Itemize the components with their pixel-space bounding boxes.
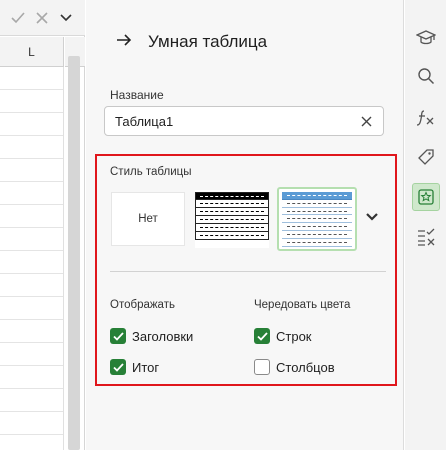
- table-style-section: Стиль таблицы Нет Отображать Чередовать …: [95, 154, 397, 386]
- alternate-colors-label: Чередовать цвета: [254, 299, 351, 311]
- banded-rows-checkbox[interactable]: [254, 328, 270, 344]
- fx-icon[interactable]: [412, 104, 440, 132]
- checkmark-icon: [112, 331, 124, 341]
- table-name-input[interactable]: Таблица1: [104, 106, 384, 136]
- style-option-dark[interactable]: [195, 190, 269, 248]
- formula-bar: [0, 0, 85, 36]
- back-arrow-icon[interactable]: [114, 30, 134, 50]
- name-label: Название: [110, 88, 164, 102]
- display-label: Отображать: [110, 299, 175, 311]
- column-label: L: [28, 44, 35, 59]
- total-label: Итог: [132, 360, 160, 375]
- style-option-none[interactable]: Нет: [111, 192, 185, 246]
- banded-columns-checkbox[interactable]: [254, 359, 270, 375]
- headers-checkbox[interactable]: [110, 328, 126, 344]
- check-x-list-icon[interactable]: [412, 223, 440, 251]
- style-none-label: Нет: [138, 213, 158, 225]
- vertical-scrollbar[interactable]: [68, 56, 80, 450]
- style-label: Стиль таблицы: [110, 166, 192, 178]
- right-toolbar: [405, 0, 446, 450]
- graduation-cap-icon[interactable]: [412, 24, 440, 52]
- headers-label: Заголовки: [132, 329, 194, 344]
- total-checkbox[interactable]: [110, 359, 126, 375]
- tag-icon[interactable]: [412, 143, 440, 171]
- search-icon[interactable]: [412, 62, 440, 90]
- clear-icon[interactable]: [359, 114, 373, 128]
- style-option-blue[interactable]: [277, 187, 357, 251]
- checkmark-icon: [112, 362, 124, 372]
- banded-rows-label: Строк: [276, 329, 312, 344]
- section-divider: [110, 271, 386, 272]
- more-styles-chevron-icon[interactable]: [365, 210, 379, 224]
- cancel-x-icon[interactable]: [32, 8, 52, 28]
- smart-table-panel: Умная таблица Название Таблица1 Стиль та…: [86, 0, 404, 450]
- panel-title: Умная таблица: [148, 32, 268, 51]
- expand-chevron-icon[interactable]: [56, 8, 76, 28]
- banded-columns-label: Столбцов: [276, 360, 335, 375]
- checkmark-icon: [256, 331, 268, 341]
- table-name-value: Таблица1: [115, 114, 174, 129]
- column-header-l[interactable]: L: [0, 37, 64, 67]
- spreadsheet-area: L: [0, 0, 85, 450]
- cell-grid[interactable]: [0, 67, 64, 450]
- star-box-icon[interactable]: [412, 183, 440, 211]
- confirm-check-icon[interactable]: [8, 8, 28, 28]
